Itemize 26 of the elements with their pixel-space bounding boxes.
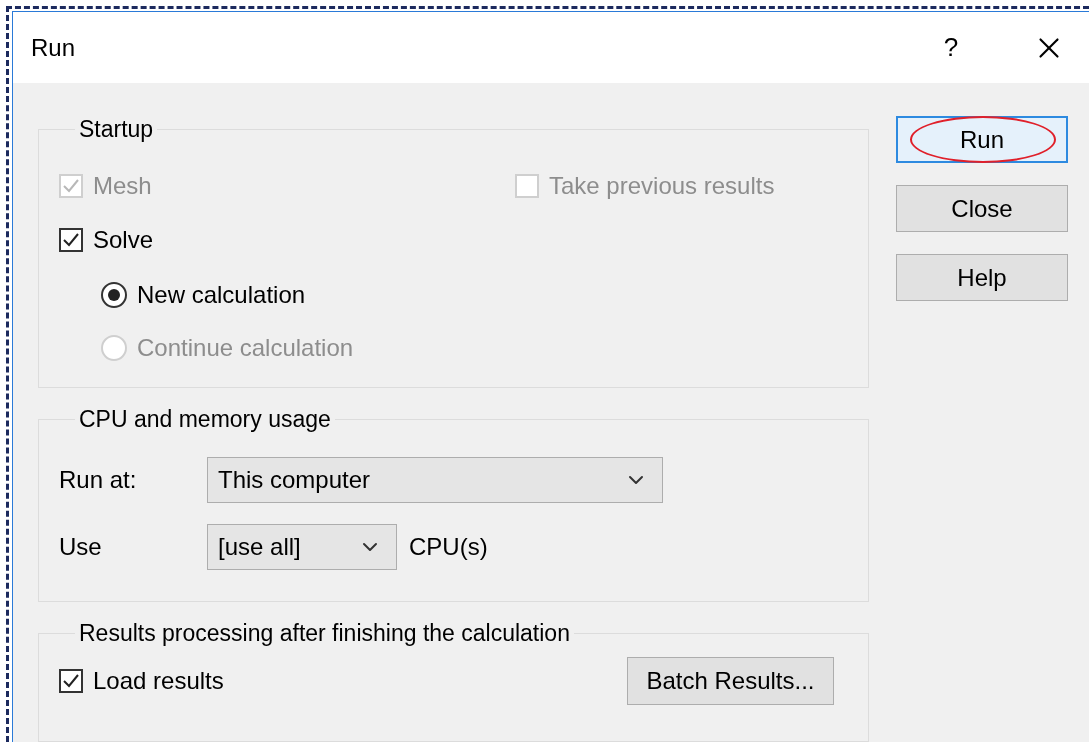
checkbox[interactable]	[59, 669, 83, 693]
checkbox-label: Take previous results	[549, 172, 775, 200]
field-label: Use	[59, 533, 103, 561]
checkbox-label: Load results	[93, 667, 224, 695]
group-title: Results processing after finishing the calculation	[78, 620, 571, 647]
checkmark-icon	[62, 672, 80, 690]
checkbox-label: Mesh	[93, 172, 152, 200]
dialog-button[interactable]: Run	[896, 116, 1068, 163]
group-title: Startup	[78, 116, 155, 143]
dialog-button[interactable]: Help	[896, 254, 1068, 301]
help-button[interactable]: ?	[931, 32, 971, 63]
unit-label: CPU(s)	[409, 533, 488, 561]
batch-results-button[interactable]: Batch Results...	[627, 657, 834, 705]
group-title: CPU and memory usage	[78, 406, 332, 433]
radio-button[interactable]	[101, 282, 127, 308]
field-label: Run at:	[59, 466, 138, 494]
run-at-dropdown[interactable]: This computer	[207, 457, 663, 503]
checkmark-icon	[62, 231, 80, 249]
window-title: Run	[31, 33, 77, 62]
checkbox-label: Solve	[93, 226, 154, 254]
cpu-count-dropdown[interactable]: [use all]	[207, 524, 397, 570]
radio-label: New calculation	[137, 281, 306, 309]
checkbox[interactable]	[59, 228, 83, 252]
dialog-button[interactable]: Close	[896, 185, 1068, 232]
checkmark-icon	[62, 177, 80, 195]
radio-label: Continue calculation	[137, 334, 354, 362]
